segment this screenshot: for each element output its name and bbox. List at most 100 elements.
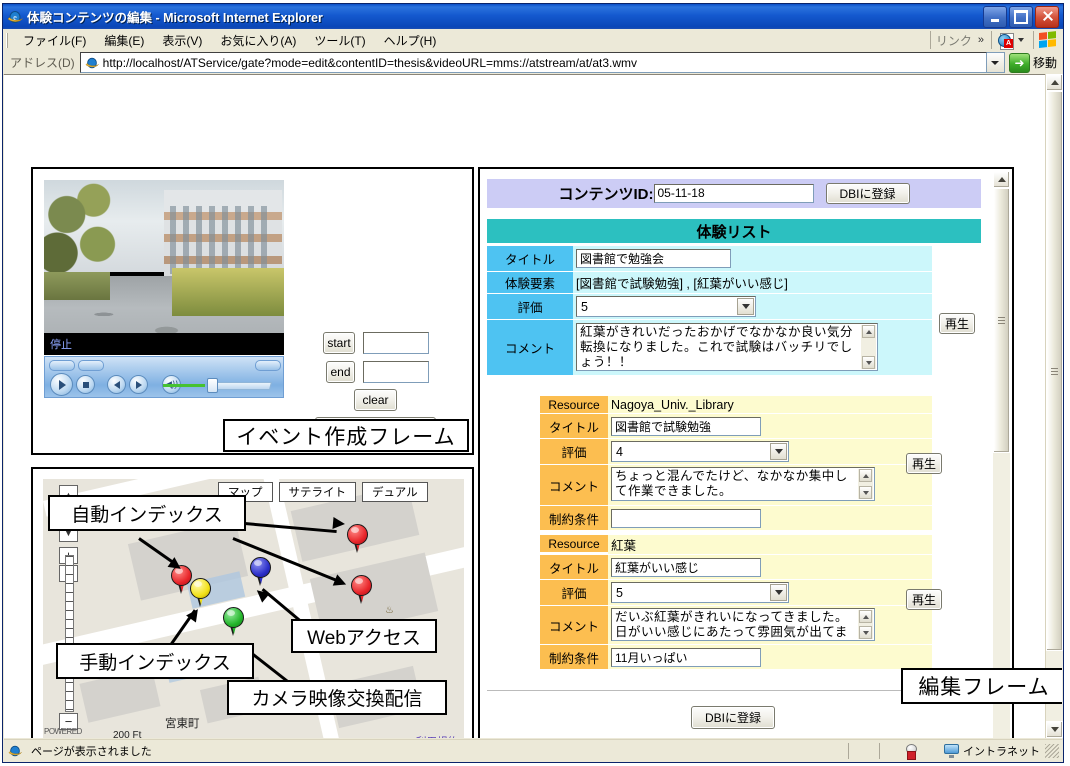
- resource-rating-cell-2: 5: [608, 580, 932, 605]
- vertical-scroll-thumb[interactable]: [993, 188, 1010, 453]
- resource-label-1: Resource: [540, 396, 608, 413]
- comment-scrollbar[interactable]: [861, 325, 876, 369]
- volume-slider-knob[interactable]: [207, 378, 218, 393]
- end-button[interactable]: end: [326, 361, 355, 383]
- toolbar-separator-3: [1033, 31, 1034, 49]
- scroll-up-icon[interactable]: [862, 325, 875, 338]
- resource-title-input-1[interactable]: 図書館で試験勉強: [611, 416, 761, 436]
- chevron-down-icon[interactable]: [770, 584, 787, 601]
- browser-vertical-scrollbar[interactable]: [1045, 74, 1063, 738]
- links-label[interactable]: リンク: [934, 32, 974, 49]
- event-creation-frame: 停止 ◀)): [31, 167, 474, 455]
- menu-drag-grip[interactable]: [6, 32, 10, 48]
- zoom-slider-track[interactable]: [65, 555, 74, 712]
- menu-favorites[interactable]: お気に入り(A): [211, 30, 305, 51]
- resource-comment-textarea-2[interactable]: だいぶ紅葉がきれいになってきました。日がいい感じにあたって雰囲気が出てます: [611, 608, 875, 641]
- map-pin-red-3[interactable]: [351, 575, 372, 604]
- resource-constraint-input-1[interactable]: [611, 508, 761, 528]
- resource-rating-label-1: 評価: [540, 439, 608, 464]
- play-button-experience[interactable]: 再生: [939, 313, 975, 334]
- security-zone-label: イントラネット: [963, 745, 1040, 758]
- browser-scroll-thumb[interactable]: [1046, 91, 1063, 651]
- scroll-down-icon[interactable]: [859, 626, 872, 639]
- scroll-up-icon[interactable]: [1046, 74, 1063, 91]
- title-input[interactable]: 図書館で勉強会: [576, 249, 731, 268]
- scroll-up-icon[interactable]: [859, 469, 872, 482]
- menu-view[interactable]: 表示(V): [153, 30, 211, 51]
- scroll-up-icon[interactable]: [859, 610, 872, 623]
- menu-edit[interactable]: 編集(E): [95, 30, 153, 51]
- resource-comment-scrollbar-2[interactable]: [858, 610, 873, 639]
- previous-icon[interactable]: [107, 375, 126, 394]
- menu-tools[interactable]: ツール(T): [305, 30, 374, 51]
- browser-window: e 体験コンテンツの編集 - Microsoft Internet Explor…: [2, 3, 1064, 763]
- scroll-down-icon[interactable]: [862, 356, 875, 369]
- comment-textarea[interactable]: 紅葉がきれいだったおかげでなかなか良い気分転換になりました。これで試験はバッチリ…: [576, 323, 878, 371]
- register-db-button-top[interactable]: DBIに登録: [825, 183, 910, 204]
- address-bar: アドレス(D) http://localhost/ATService/gate?…: [3, 51, 1063, 75]
- play-button-resource-1[interactable]: 再生: [906, 453, 942, 474]
- map-pin-blue[interactable]: [250, 557, 271, 586]
- stop-icon[interactable]: [76, 375, 95, 394]
- address-input[interactable]: http://localhost/ATService/gate?mode=edi…: [79, 52, 987, 73]
- address-dropdown-button[interactable]: [986, 52, 1005, 73]
- windows-flag-icon[interactable]: [1039, 30, 1057, 50]
- maximize-button[interactable]: [1009, 5, 1033, 28]
- rating-select[interactable]: 5: [576, 296, 756, 317]
- map-pin-red-1[interactable]: [347, 524, 368, 553]
- edit-frame-vertical-scrollbar[interactable]: [993, 171, 1010, 738]
- chevron-double-right-icon[interactable]: »: [974, 34, 988, 46]
- chevron-down-icon[interactable]: [770, 443, 787, 460]
- menu-file[interactable]: ファイル(F): [14, 30, 95, 51]
- media-pill-1[interactable]: [49, 360, 75, 371]
- resource-rating-select-1[interactable]: 4: [611, 441, 789, 462]
- resource-constraint-label-1: 制約条件: [540, 506, 608, 530]
- clear-button[interactable]: clear: [354, 389, 397, 411]
- volume-slider[interactable]: [163, 378, 272, 393]
- go-button[interactable]: ➜ 移動: [1005, 52, 1063, 73]
- resource-comment-textarea-1[interactable]: ちょっと混んでたけど、なかなか集中して作業できました。: [611, 467, 875, 501]
- video-player-display[interactable]: 停止: [44, 180, 284, 355]
- scroll-down-icon[interactable]: [859, 486, 872, 499]
- resize-grip[interactable]: [1045, 743, 1059, 758]
- close-button[interactable]: [1035, 5, 1059, 28]
- map-terms-link[interactable]: 利用規約: [416, 736, 458, 738]
- map-type-dual[interactable]: デュアル: [362, 482, 428, 502]
- chevron-down-icon[interactable]: [1018, 38, 1024, 42]
- security-zone[interactable]: イントラネット: [939, 742, 1045, 760]
- caption-event-frame: イベント作成フレーム: [223, 419, 469, 452]
- map-type-satellite[interactable]: サテライト: [278, 482, 356, 502]
- next-icon[interactable]: [129, 375, 148, 394]
- status-bar: ページが表示されました イントラネット: [4, 739, 1062, 761]
- play-button-resource-2[interactable]: 再生: [906, 589, 942, 610]
- pdf-toolbar-icon[interactable]: A: [998, 32, 1015, 50]
- end-time-input[interactable]: [363, 361, 429, 383]
- scroll-up-icon[interactable]: [993, 171, 1010, 188]
- elements-label: 体験要素: [487, 272, 573, 293]
- toolbar-separator: [929, 31, 931, 49]
- resource-comment-scrollbar-1[interactable]: [858, 469, 873, 499]
- menu-help[interactable]: ヘルプ(H): [375, 30, 446, 51]
- annotation-web-access: Webアクセス: [291, 619, 437, 653]
- map-pin-yellow[interactable]: [190, 578, 211, 607]
- start-time-input[interactable]: [363, 332, 429, 354]
- content-id-label: コンテンツID:: [558, 186, 654, 203]
- scroll-down-icon[interactable]: [1046, 721, 1063, 738]
- resource-name-1: Nagoya_Univ._Library: [608, 396, 932, 413]
- alert-icon[interactable]: [904, 743, 917, 760]
- video-hedge-right: [172, 268, 284, 316]
- play-icon[interactable]: [50, 373, 73, 396]
- chevron-down-icon[interactable]: [737, 298, 754, 315]
- minimize-button[interactable]: [983, 5, 1007, 28]
- media-pill-right[interactable]: [255, 360, 281, 371]
- resource-title-input-2[interactable]: 紅葉がいい感じ: [611, 557, 761, 577]
- resource-row-comment-2: コメント だいぶ紅葉がきれいになってきました。日がいい感じにあたって雰囲気が出て…: [540, 605, 932, 644]
- resource-rating-select-2[interactable]: 5: [611, 582, 789, 603]
- start-button[interactable]: start: [323, 332, 355, 354]
- media-pill-2[interactable]: [78, 360, 104, 371]
- content-id-input[interactable]: 05-11-18: [653, 184, 814, 203]
- register-db-button-bottom[interactable]: DBIに登録: [691, 706, 775, 729]
- video-hedge-left: [44, 272, 110, 300]
- map-pin-green[interactable]: [223, 607, 244, 636]
- resource-constraint-input-2[interactable]: 11月いっぱい: [611, 647, 761, 667]
